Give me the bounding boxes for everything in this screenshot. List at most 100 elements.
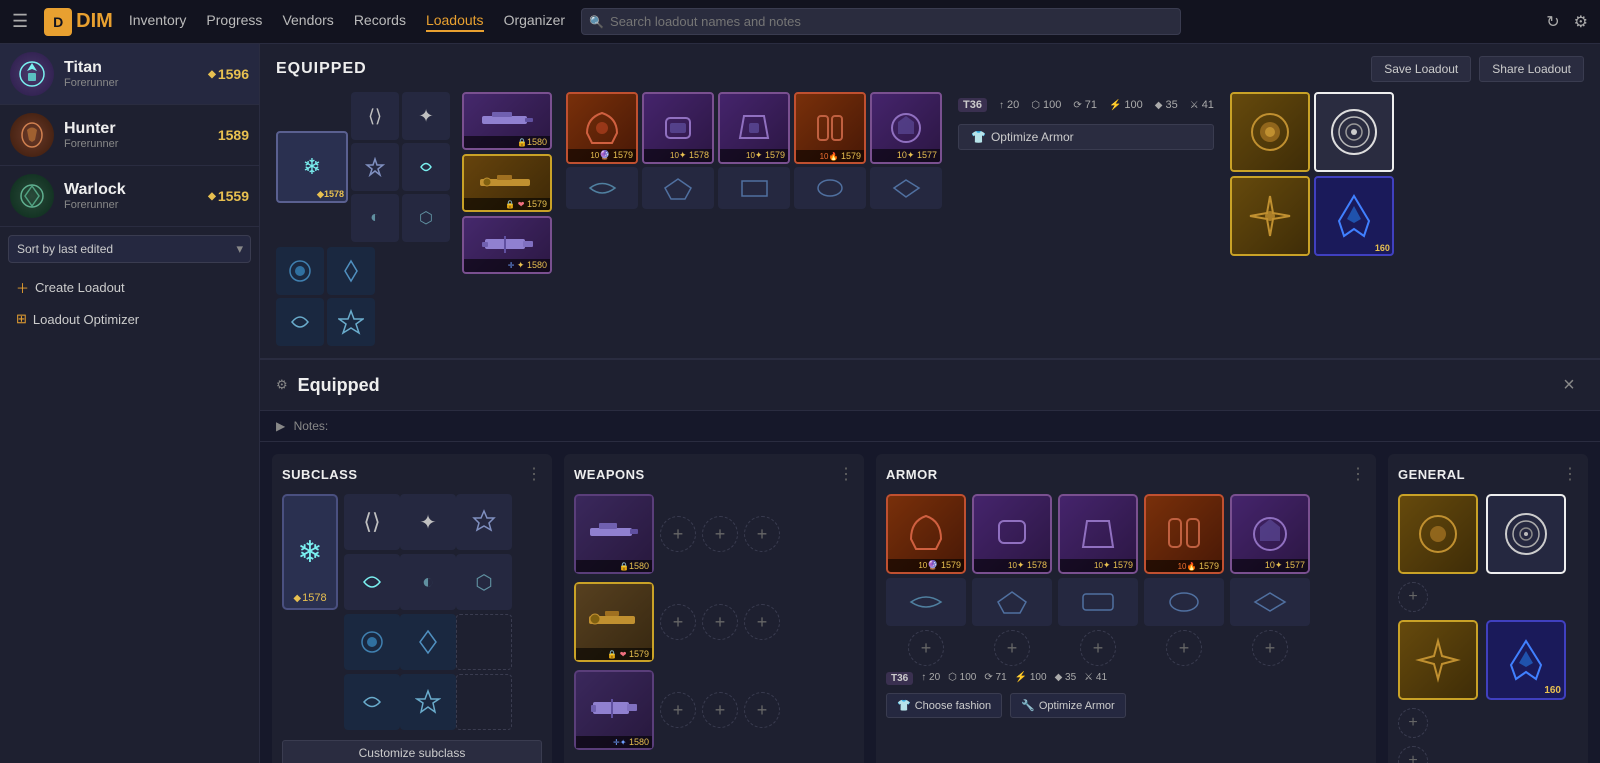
nav-progress[interactable]: Progress [206, 12, 262, 32]
general-ship[interactable]: 160 [1486, 620, 1566, 700]
exotic-ship[interactable]: 160 [1314, 176, 1394, 256]
panel-armor-gauntlets[interactable]: 10✦ 1578 [972, 494, 1052, 574]
exotic-sword[interactable] [1230, 176, 1310, 256]
panel-helmet-mod[interactable] [886, 578, 966, 626]
artifact-1[interactable] [1230, 92, 1310, 172]
subclass-aspect-2[interactable] [327, 247, 375, 295]
armor-legs[interactable]: 10🔥 1579 [794, 92, 866, 164]
weapon-main-3[interactable]: ✛ ✦ 1580 [462, 216, 552, 274]
loadout-close-button[interactable]: × [1554, 370, 1584, 400]
general-add-2-button[interactable]: + [1398, 708, 1428, 738]
panel-armor-chest[interactable]: 10✦ 1579 [1058, 494, 1138, 574]
add-weapon-3b-button[interactable]: + [702, 692, 738, 728]
subclass-aspect-1[interactable] [276, 247, 324, 295]
panel-legs-mod[interactable] [1144, 578, 1224, 626]
panel-frag-1[interactable] [344, 674, 400, 730]
ability-box-1[interactable]: ⟨⟩ [351, 92, 399, 140]
add-weapon-1b-button[interactable]: + [702, 516, 738, 552]
search-input[interactable] [581, 8, 1181, 35]
choose-fashion-button[interactable]: 👕 Choose fashion [886, 693, 1002, 718]
armor-gauntlets[interactable]: 10✦ 1578 [642, 92, 714, 164]
panel-aspect-empty[interactable] [456, 614, 512, 670]
general-add-3-button[interactable]: + [1398, 746, 1428, 763]
ability-box-3[interactable] [351, 143, 399, 191]
panel-gauntlets-mod[interactable] [972, 578, 1052, 626]
panel-weapon-main-1[interactable]: 🔒1580 [574, 494, 654, 574]
panel-class-mod[interactable] [1230, 578, 1310, 626]
panel-ability-4[interactable] [344, 554, 400, 610]
add-weapon-2c-button[interactable]: + [744, 604, 780, 640]
weapon-main-2[interactable]: 🔒 ❤ 1579 [462, 154, 552, 212]
save-loadout-button[interactable]: Save Loadout [1371, 56, 1471, 82]
customize-subclass-button[interactable]: Customize subclass [282, 740, 542, 763]
weapons-panel-menu[interactable]: ⋮ [838, 464, 854, 484]
armor-legs-mod[interactable] [794, 167, 866, 209]
panel-armor-class[interactable]: 10✦ 1577 [1230, 494, 1310, 574]
weapon-main-1[interactable]: 🔒1580 [462, 92, 552, 150]
armor-chest[interactable]: 10✦ 1579 [718, 92, 790, 164]
add-weapon-3-button[interactable]: + [660, 692, 696, 728]
add-weapon-3c-button[interactable]: + [744, 692, 780, 728]
panel-frag-empty[interactable] [456, 674, 512, 730]
create-loadout-button[interactable]: ＋ Create Loadout [8, 271, 251, 304]
general-panel-menu[interactable]: ⋮ [1562, 464, 1578, 484]
nav-inventory[interactable]: Inventory [129, 12, 187, 32]
panel-chest-mod[interactable] [1058, 578, 1138, 626]
nav-organizer[interactable]: Organizer [504, 12, 565, 32]
panel-frag-2[interactable] [400, 674, 456, 730]
char-titan[interactable]: Titan Forerunner ◆ 1596 [0, 44, 259, 105]
add-weapon-1-button[interactable]: + [660, 516, 696, 552]
panel-helmet-add[interactable]: + [908, 630, 944, 666]
general-add-1-button[interactable]: + [1398, 582, 1428, 612]
subclass-extra-2[interactable] [327, 298, 375, 346]
nav-vendors[interactable]: Vendors [282, 12, 333, 32]
sort-select[interactable]: Sort by last edited [8, 235, 251, 263]
armor-helmet-mod[interactable] [566, 167, 638, 209]
panel-armor-legs[interactable]: 10🔥 1579 [1144, 494, 1224, 574]
general-target[interactable] [1486, 494, 1566, 574]
panel-aspect-2[interactable] [400, 614, 456, 670]
armor-panel-menu[interactable]: ⋮ [1350, 464, 1366, 484]
general-exotic-sword[interactable] [1398, 620, 1478, 700]
panel-ability-1[interactable]: ⟨⟩ [344, 494, 400, 550]
armor-class[interactable]: 10✦ 1577 [870, 92, 942, 164]
nav-loadouts[interactable]: Loadouts [426, 12, 484, 32]
settings-icon[interactable]: ⚙ [1574, 12, 1588, 32]
share-loadout-button[interactable]: Share Loadout [1479, 56, 1584, 82]
ability-box-5[interactable]: ◐ [351, 194, 399, 242]
panel-ability-5[interactable]: ◐ [400, 554, 456, 610]
panel-weapon-main-3[interactable]: ✛✦ 1580 [574, 670, 654, 750]
armor-class-mod[interactable] [870, 167, 942, 209]
panel-armor-helmet[interactable]: 10🔮 1579 [886, 494, 966, 574]
ability-box-2[interactable]: ✦ [402, 92, 450, 140]
panel-ability-6[interactable]: ⬡ [456, 554, 512, 610]
refresh-icon[interactable]: ↻ [1546, 12, 1559, 32]
panel-ability-3[interactable] [456, 494, 512, 550]
loadout-optimizer-button[interactable]: ⊞ Loadout Optimizer [8, 304, 251, 334]
panel-gauntlets-add[interactable]: + [994, 630, 1030, 666]
panel-weapon-main-2[interactable]: 🔒 ❤ 1579 [574, 582, 654, 662]
loadout-notes[interactable]: ▶ Notes: [260, 411, 1600, 442]
panel-subclass-main[interactable]: ❄ ◆ 1578 [282, 494, 338, 610]
loadout-title-input[interactable] [298, 375, 898, 396]
panel-chest-add[interactable]: + [1080, 630, 1116, 666]
add-weapon-2-button[interactable]: + [660, 604, 696, 640]
panel-optimize-armor-button[interactable]: 🔧 Optimize Armor [1010, 693, 1126, 718]
equipped-subclass-main[interactable]: ❄ ◆1578 [276, 131, 348, 203]
optimize-armor-equipped-button[interactable]: 👕 Optimize Armor [958, 124, 1214, 150]
panel-aspect-1[interactable] [344, 614, 400, 670]
nav-records[interactable]: Records [354, 12, 406, 32]
panel-class-add[interactable]: + [1252, 630, 1288, 666]
add-weapon-1c-button[interactable]: + [744, 516, 780, 552]
armor-chest-mod[interactable] [718, 167, 790, 209]
general-artifact[interactable] [1398, 494, 1478, 574]
subclass-panel-menu[interactable]: ⋮ [526, 464, 542, 484]
armor-helmet[interactable]: 10🔮 1579 [566, 92, 638, 164]
char-hunter[interactable]: Hunter Forerunner 1589 [0, 105, 259, 166]
hamburger-menu[interactable]: ☰ [12, 11, 28, 32]
panel-legs-add[interactable]: + [1166, 630, 1202, 666]
panel-ability-2[interactable]: ✦ [400, 494, 456, 550]
artifact-target[interactable] [1314, 92, 1394, 172]
ability-box-4[interactable] [402, 143, 450, 191]
add-weapon-2b-button[interactable]: + [702, 604, 738, 640]
